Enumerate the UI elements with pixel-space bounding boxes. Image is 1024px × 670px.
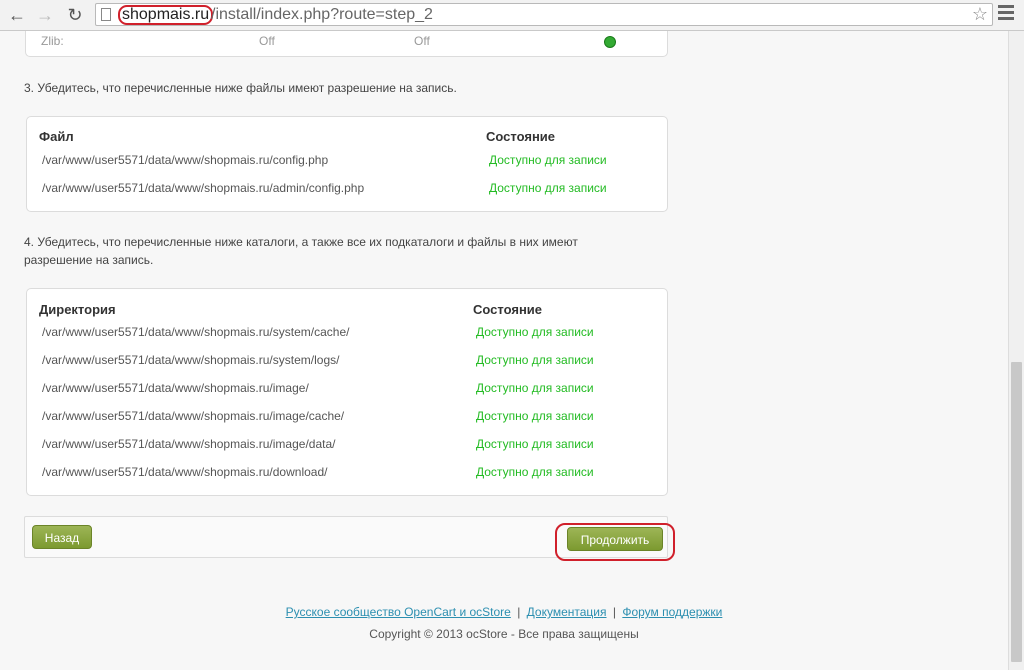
file-path: /var/www/user5571/data/www/shopmais.ru/c… xyxy=(42,153,329,167)
status-badge: Доступно для записи xyxy=(476,409,594,423)
header-status: Состояние xyxy=(486,129,556,144)
directory-path: /var/www/user5571/data/www/shopmais.ru/i… xyxy=(42,409,345,423)
bookmark-star-icon[interactable]: ☆ xyxy=(972,4,988,25)
community-link[interactable]: Русское сообщество OpenCart и ocStore xyxy=(286,605,511,619)
directory-path: /var/www/user5571/data/www/shopmais.ru/s… xyxy=(42,353,340,367)
browser-toolbar: ← → ↻ shopmais.ru /install/index.php?rou… xyxy=(0,0,1024,31)
separator: | xyxy=(612,605,616,619)
directory-path: /var/www/user5571/data/www/shopmais.ru/i… xyxy=(42,381,309,395)
url-path: /install/index.php?route=step_2 xyxy=(211,6,433,23)
copyright: Copyright © 2013 ocStore - Все права защ… xyxy=(369,627,639,641)
page-icon xyxy=(101,8,111,21)
setting-value: Off xyxy=(259,34,275,48)
menu-icon[interactable] xyxy=(998,5,1014,23)
status-badge: Доступно для записи xyxy=(476,325,594,339)
step3-instruction: 3. Убедитесь, что перечисленные ниже фай… xyxy=(24,81,457,95)
step4-instruction: 4. Убедитесь, что перечисленные ниже кат… xyxy=(24,235,578,267)
files-table: Файл Состояние /var/www/user5571/data/ww… xyxy=(26,116,668,212)
url-host: shopmais.ru xyxy=(118,5,214,25)
status-badge: Доступно для записи xyxy=(476,353,594,367)
setting-required: Off xyxy=(414,34,430,48)
vertical-scrollbar[interactable] xyxy=(1008,31,1024,670)
directories-table: Директория Состояние /var/www/user5571/d… xyxy=(26,288,668,496)
address-bar[interactable]: shopmais.ru /install/index.php?route=ste… xyxy=(95,3,993,26)
status-badge: Доступно для записи xyxy=(476,437,594,451)
footer-links: Русское сообщество OpenCart и ocStore | … xyxy=(0,605,1008,619)
directory-path: /var/www/user5571/data/www/shopmais.ru/d… xyxy=(42,465,328,479)
header-directory: Директория xyxy=(39,302,116,317)
header-file: Файл xyxy=(39,129,74,144)
header-status: Состояние xyxy=(473,302,543,317)
directory-path: /var/www/user5571/data/www/shopmais.ru/s… xyxy=(42,325,350,339)
support-forum-link[interactable]: Форум поддержки xyxy=(622,605,722,619)
separator: | xyxy=(517,605,521,619)
settings-table: Zlib: Off Off xyxy=(25,31,668,57)
forward-arrow-icon[interactable]: → xyxy=(34,4,56,26)
file-path: /var/www/user5571/data/www/shopmais.ru/a… xyxy=(42,181,365,195)
highlight-circle xyxy=(555,523,675,561)
scrollbar-thumb[interactable] xyxy=(1011,362,1022,662)
back-arrow-icon[interactable]: ← xyxy=(6,4,28,26)
back-button[interactable]: Назад xyxy=(32,525,92,549)
reload-icon[interactable]: ↻ xyxy=(64,4,86,26)
setting-name: Zlib: xyxy=(41,34,64,48)
status-ok-icon xyxy=(604,36,616,48)
status-badge: Доступно для записи xyxy=(489,153,607,167)
status-badge: Доступно для записи xyxy=(489,181,607,195)
directory-path: /var/www/user5571/data/www/shopmais.ru/i… xyxy=(42,437,336,451)
status-badge: Доступно для записи xyxy=(476,381,594,395)
page-content: Zlib: Off Off 3. Убедитесь, что перечисл… xyxy=(0,31,1008,670)
status-badge: Доступно для записи xyxy=(476,465,594,479)
documentation-link[interactable]: Документация xyxy=(527,605,607,619)
